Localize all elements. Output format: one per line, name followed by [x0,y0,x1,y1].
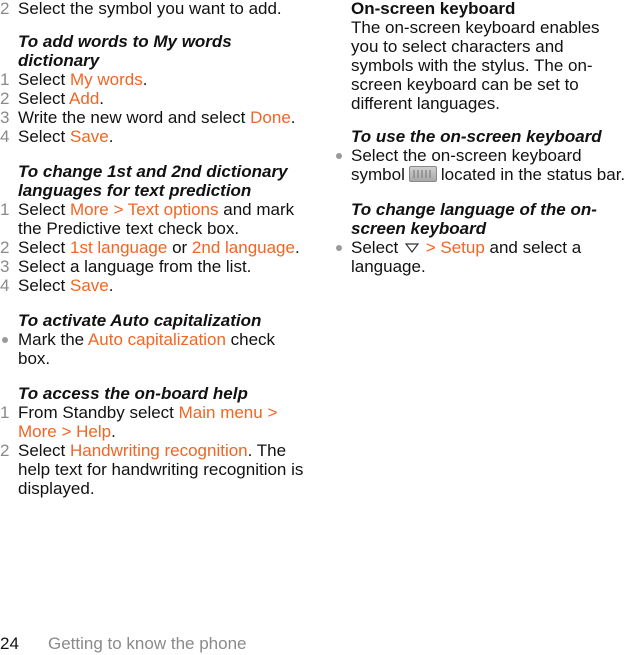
step-text: Select [18,89,70,108]
step-number: 3 [0,257,10,276]
step-number: 2 [0,238,10,257]
section-heading-auto-capitalization: To activate Auto capitalization [18,311,262,330]
step-text: Select [18,127,70,146]
intro-step: 2 Select the symbol you want to add. [0,0,310,18]
list-item: 1 Select More > Text options and mark th… [0,200,310,238]
menu-link-my-words[interactable]: My words [70,70,143,89]
section-title-on-screen-keyboard: On-screen keyboard [351,0,516,18]
step-number: 3 [0,108,10,127]
description-paragraph: The on-screen keyboard enables you to se… [351,18,600,113]
step-number: 4 [0,276,10,295]
step-text: Select [18,200,70,219]
right-column: On-screen keyboard The on-screen keyboar… [333,0,626,276]
list-item: 4 Select Save. [0,127,310,146]
step-text: Select [18,238,70,257]
section-heading-change-keyboard-language: To change language of the on-screen keyb… [351,200,597,238]
step-number: 1 [0,403,10,422]
bullet-icon [336,245,342,251]
step-text: Select [351,238,399,257]
step-text: . [290,108,296,127]
step-number: 2 [0,441,10,460]
list-item: 1 From Standby select Main menu > More >… [0,403,310,441]
step-number: 2 [0,0,10,18]
step-number: 2 [0,89,10,108]
menu-link-text-options[interactable]: More > Text options [70,200,219,219]
bullet-item: Select > Setup and select a language. [333,238,626,276]
list-item: 2 Select 1st language or 2nd language. [0,238,310,257]
bullet-icon [2,337,8,343]
step-text: . [108,127,114,146]
section-heading-use-keyboard: To use the on-screen keyboard [351,127,602,146]
menu-link-save[interactable]: Save [70,276,109,295]
bullet-item: Mark the Auto capitalization check box. [0,330,310,368]
list-item: 2 Select Handwriting recognition. The he… [0,441,310,498]
step-text: or [167,238,192,257]
list-item: 4 Select Save. [0,276,310,295]
menu-link-save[interactable]: Save [70,127,109,146]
menu-link-setup[interactable]: > Setup [426,238,485,257]
list-item: 3 Select a language from the list. [0,257,310,276]
page-footer: 24 Getting to know the phone [0,634,246,653]
bullet-icon [336,153,342,159]
step-text: . [99,89,105,108]
menu-link-done[interactable]: Done [250,108,291,127]
step-text: Mark the [18,330,88,349]
step-text: located in the status bar. [440,165,626,184]
menu-link-auto-capitalization[interactable]: Auto capitalization [88,330,226,349]
step-text: Select [18,441,70,460]
step-number: 1 [0,200,10,219]
step-text: . [111,422,116,441]
section-heading-dictionary-languages: To change 1st and 2nd dictionary languag… [18,162,288,200]
list-item: 3 Write the new word and select Done. [0,108,310,127]
step-text: . [142,70,148,89]
step-text: Select [18,276,70,295]
step-text: Select [18,70,70,89]
step-number: 1 [0,70,10,89]
list-item: 2 Select Add. [0,89,310,108]
step-text: Select the symbol you want to add. [18,0,282,18]
section-heading-add-words: To add words to My words dictionary [18,32,232,70]
section-title-footer: Getting to know the phone [48,634,247,653]
section-heading-on-board-help: To access the on-board help [18,384,248,403]
bullet-item: Select the on-screen keyboard symbol loca… [333,146,626,184]
step-text: Write the new word and select [18,108,251,127]
menu-link-add[interactable]: Add [69,89,99,108]
step-text: . [108,276,114,295]
step-number: 4 [0,127,10,146]
step-text: . [294,238,300,257]
left-column: 2 Select the symbol you want to add. To … [0,0,310,498]
step-text: Select a language from the list. [18,257,252,276]
keyboard-icon [408,166,437,182]
menu-link-2nd-language[interactable]: 2nd language [192,238,295,257]
down-arrow-icon [404,243,419,253]
menu-link-handwriting-recognition[interactable]: Handwriting recognition [70,441,248,460]
menu-link-1st-language[interactable]: 1st language [70,238,167,257]
step-text: From Standby select [18,403,179,422]
list-item: 1 Select My words. [0,70,310,89]
page-number: 24 [0,634,19,653]
